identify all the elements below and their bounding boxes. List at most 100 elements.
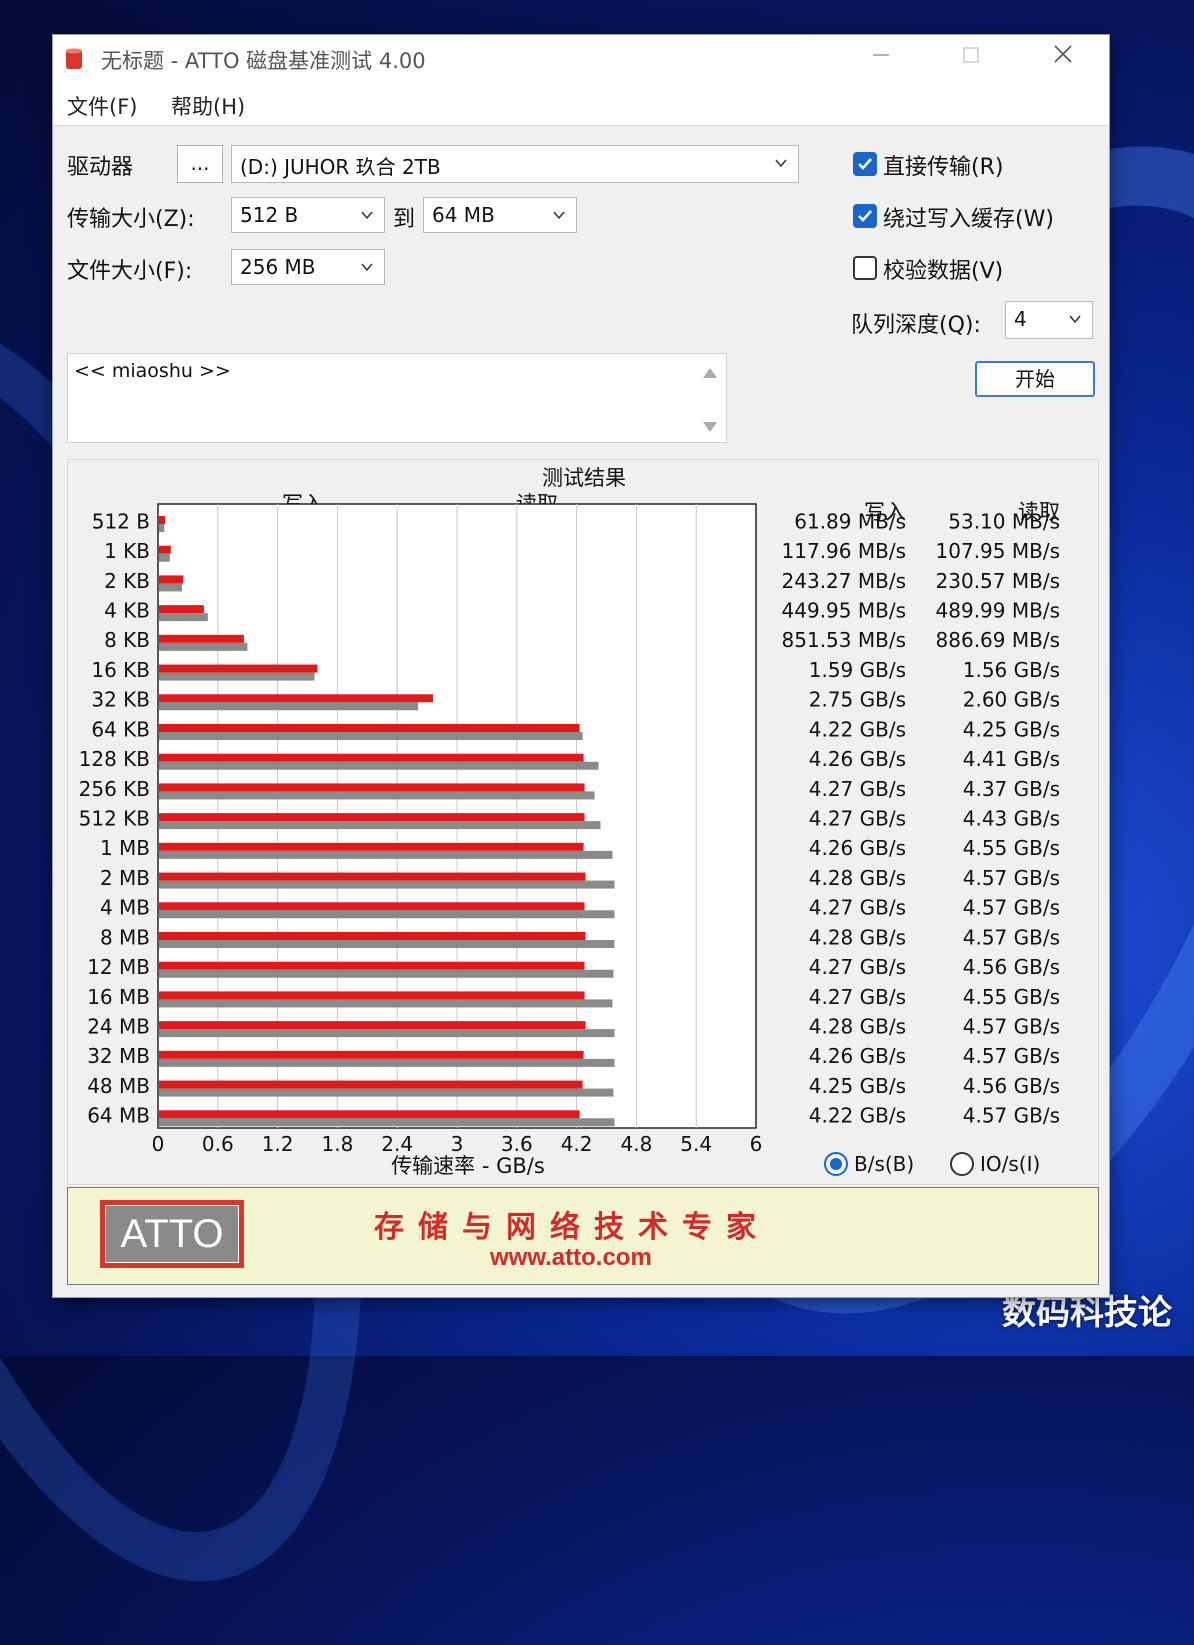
category-label: 12 MB [87, 955, 150, 979]
read-value-label: 53.10 MB/s [948, 509, 1060, 533]
app-icon [66, 48, 82, 69]
file-size-label: 文件大小(F): [67, 259, 193, 284]
maximize-icon [963, 47, 979, 63]
banner-slogan: 存储与网络技术专家 [374, 1210, 770, 1245]
unit-bytes-radio[interactable] [824, 1152, 848, 1176]
menu-bar: 文件(F) 帮助(H) [53, 83, 1109, 126]
verify-data-label[interactable]: 校验数据(V) [883, 253, 1003, 285]
minimize-button[interactable] [863, 41, 899, 77]
write-bar [159, 902, 585, 911]
transfer-to-value: 64 MB [432, 203, 495, 227]
read-bar [159, 999, 613, 1008]
write-value-label: 4.26 GB/s [809, 1044, 906, 1068]
write-value-label: 4.27 GB/s [809, 807, 906, 831]
read-bar [159, 672, 315, 681]
category-label: 4 MB [100, 896, 150, 920]
write-bar [159, 813, 585, 822]
write-bar [159, 932, 586, 940]
write-value-label: 4.28 GB/s [809, 1015, 906, 1039]
read-bar [159, 732, 583, 740]
read-bar [159, 940, 615, 948]
drive-select[interactable]: (D:) JUHOR 玖合 2TB [231, 145, 799, 183]
direct-io-label[interactable]: 直接传输(R) [883, 149, 1003, 181]
write-value-label: 1.59 GB/s [809, 658, 906, 682]
description-textarea[interactable]: << miaoshu >> [67, 353, 727, 443]
category-label: 8 MB [100, 925, 150, 949]
read-bar [159, 880, 615, 889]
read-value-label: 886.69 MB/s [936, 628, 1060, 652]
write-value-label: 4.26 GB/s [809, 836, 906, 860]
write-bar [159, 694, 434, 703]
write-value-label: 61.89 MB/s [794, 509, 906, 533]
maximize-button[interactable] [953, 41, 989, 77]
unit-bytes-label[interactable]: B/s(B) [854, 1152, 914, 1176]
read-value-label: 4.56 GB/s [963, 955, 1060, 979]
atto-logo: ATTO [100, 1200, 244, 1268]
chevron-down-icon [1069, 315, 1081, 324]
check-icon [858, 210, 872, 222]
write-value-label: 243.27 MB/s [782, 569, 906, 593]
menu-file[interactable]: 文件(F) [67, 91, 137, 121]
category-label: 512 KB [79, 807, 150, 831]
read-bar [159, 969, 614, 978]
read-value-label: 230.57 MB/s [936, 569, 1060, 593]
category-label: 2 KB [104, 569, 150, 593]
scroll-down-icon[interactable] [702, 420, 718, 434]
unit-io-label[interactable]: IO/s(I) [980, 1152, 1040, 1176]
read-bar [159, 1058, 615, 1067]
x-tick-label: 0 [152, 1132, 165, 1156]
write-value-label: 4.27 GB/s [809, 896, 906, 920]
close-button[interactable] [1045, 41, 1081, 77]
title-bar[interactable]: 无标题 - ATTO 磁盘基准测试 4.00 [53, 35, 1109, 83]
start-button[interactable]: 开始 [975, 361, 1095, 397]
read-value-label: 4.25 GB/s [963, 717, 1060, 741]
minimize-icon [873, 54, 889, 56]
bypass-cache-checkbox[interactable] [853, 204, 877, 228]
bypass-cache-label[interactable]: 绕过写入缓存(W) [883, 201, 1054, 233]
category-label: 24 MB [87, 1015, 150, 1039]
write-value-label: 4.27 GB/s [809, 777, 906, 801]
write-value-label: 4.26 GB/s [809, 747, 906, 771]
file-size-select[interactable]: 256 MB [231, 249, 385, 285]
transfer-to-select[interactable]: 64 MB [423, 197, 577, 233]
read-value-label: 4.57 GB/s [963, 1044, 1060, 1068]
write-bar [159, 1110, 580, 1119]
direct-io-checkbox[interactable] [853, 152, 877, 176]
read-value-label: 1.56 GB/s [963, 658, 1060, 682]
banner-url[interactable]: www.atto.com [490, 1244, 652, 1272]
write-bar [159, 753, 584, 762]
scroll-up-icon[interactable] [702, 366, 718, 380]
browse-button[interactable]: ... [177, 145, 223, 183]
write-bar [159, 1080, 583, 1089]
category-label: 128 KB [79, 747, 150, 771]
write-bar [159, 724, 580, 732]
read-bar [159, 524, 165, 532]
read-bar [159, 761, 599, 770]
verify-data-checkbox[interactable] [853, 256, 877, 280]
read-bar [159, 791, 595, 800]
category-label: 8 KB [104, 628, 150, 652]
atto-banner[interactable]: ATTO 存储与网络技术专家 www.atto.com [67, 1187, 1099, 1285]
file-size-value: 256 MB [240, 255, 316, 279]
read-bar [159, 702, 419, 711]
read-bar [159, 850, 613, 859]
read-value-label: 4.57 GB/s [963, 866, 1060, 890]
write-bar [159, 545, 171, 554]
category-label: 2 MB [100, 866, 150, 890]
x-axis-label: 传输速率 - GB/s [391, 1154, 545, 1178]
category-label: 256 KB [79, 777, 150, 801]
close-icon [1054, 45, 1072, 63]
queue-depth-select[interactable]: 4 [1005, 301, 1093, 339]
read-value-label: 107.95 MB/s [936, 539, 1060, 563]
menu-help[interactable]: 帮助(H) [171, 91, 245, 121]
read-value-label: 4.57 GB/s [963, 1104, 1060, 1128]
read-value-label: 4.41 GB/s [963, 747, 1060, 771]
write-bar [159, 783, 585, 792]
transfer-from-select[interactable]: 512 B [231, 197, 385, 233]
unit-io-radio[interactable] [950, 1152, 974, 1176]
read-value-label: 4.37 GB/s [963, 777, 1060, 801]
write-bar [159, 991, 585, 1000]
write-value-label: 851.53 MB/s [782, 628, 906, 652]
x-tick-label: 3.6 [501, 1132, 533, 1156]
read-value-label: 4.57 GB/s [963, 925, 1060, 949]
